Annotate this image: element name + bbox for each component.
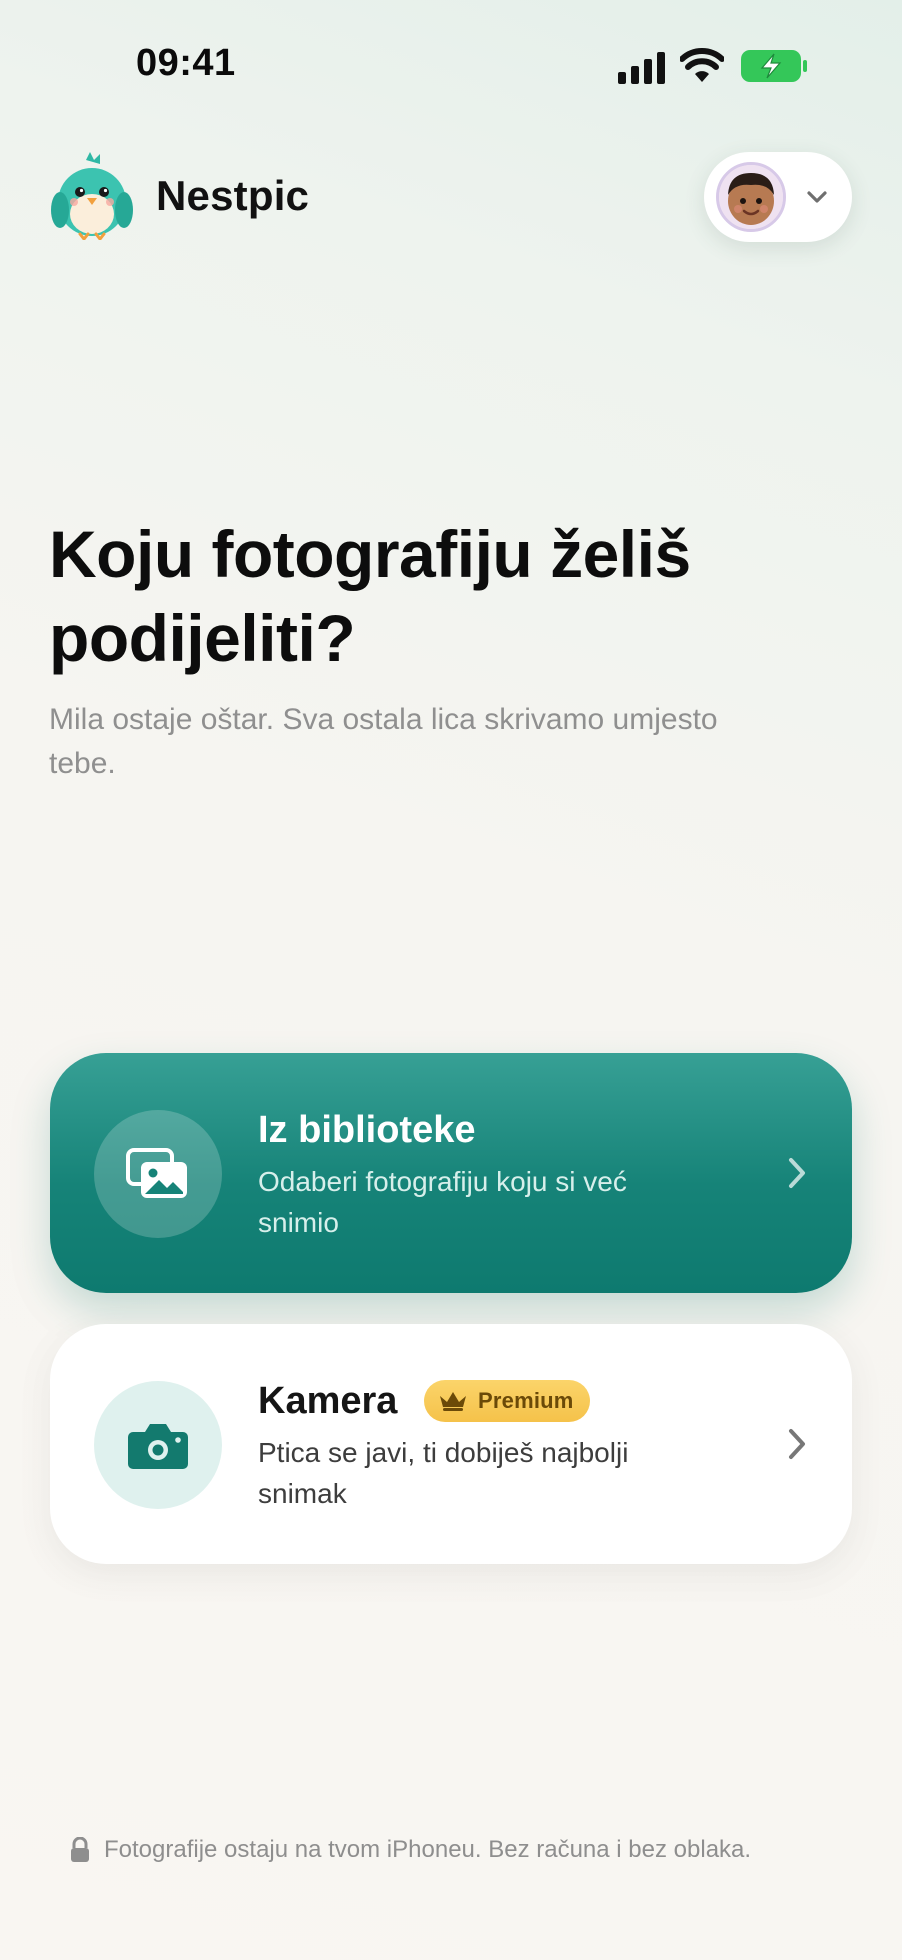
chevron-down-icon [807, 191, 827, 203]
wifi-icon [680, 48, 724, 82]
status-bar: 09:41 [0, 0, 902, 130]
camera-icon-container [94, 1381, 222, 1509]
lock-icon [71, 1837, 89, 1862]
page-title: Koju fotografiju želiš podijeliti? [49, 517, 691, 675]
premium-label: Premium [478, 1388, 574, 1413]
library-icon-container [94, 1110, 222, 1238]
profile-switcher-button[interactable] [704, 152, 852, 242]
camera-option-button[interactable]: Kamera Premium Ptica se javi, ti dobiješ… [50, 1324, 852, 1564]
chevron-right-icon [789, 1429, 805, 1459]
cellular-signal-icon [618, 52, 665, 84]
crown-icon [440, 1392, 466, 1411]
chevron-right-icon [789, 1158, 805, 1188]
photo-library-icon [126, 1148, 187, 1198]
camera-icon [128, 1424, 188, 1469]
library-description: Odaberi fotografiju koju si već snimio [258, 1166, 627, 1238]
premium-badge: Premium [424, 1380, 590, 1422]
child-avatar-icon [716, 162, 786, 232]
privacy-note: Fotografije ostaju na tvom iPhoneu. Bez … [70, 1830, 850, 1870]
camera-description: Ptica se javi, ti dobiješ najbolji snima… [258, 1437, 629, 1509]
status-time: 09:41 [136, 42, 236, 84]
app-name: Nestpic [156, 172, 310, 219]
page-subtitle: Mila ostaje oštar. Sva ostala lica skriv… [49, 703, 718, 780]
library-option-button[interactable]: Iz biblioteke Odaberi fotografiju koju s… [50, 1053, 852, 1293]
library-title: Iz biblioteke [258, 1109, 476, 1151]
bird-mascot-icon [51, 152, 133, 240]
battery-charging-icon [741, 50, 807, 82]
camera-title: Kamera [258, 1380, 398, 1422]
privacy-note-text: Fotografije ostaju na tvom iPhoneu. Bez … [104, 1836, 752, 1863]
